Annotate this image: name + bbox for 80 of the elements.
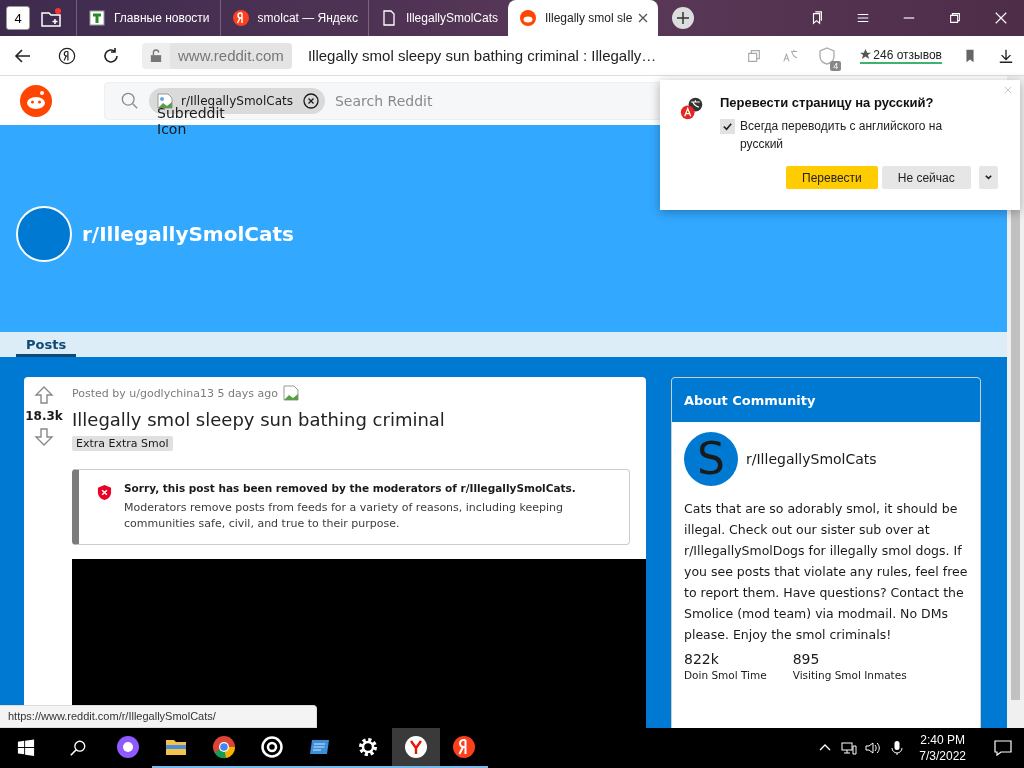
post-meta: Posted by u/godlychina13 5 days ago <box>72 386 278 400</box>
reddit-logo-icon[interactable] <box>20 84 52 117</box>
yandex-favicon-icon <box>232 10 249 26</box>
status-url: https://www.reddit.com/r/IllegallySmolCats/ <box>0 705 317 728</box>
popup-title: Перевести страницу на русский? <box>720 95 935 110</box>
address-field[interactable]: www.reddit.com <box>142 42 292 69</box>
community-description: Cats that are so adorably smol, it should be illegal. Check out our sister sub over at r/IllegallySmolDogs for illegally smol dogs. If you see posts that violate any rules, feel free to report them. Have questions? Contact the Smolice (mod team) via modmail. No DMs please. Enjoy the smol criminals! <box>684 500 968 644</box>
url-domain: www.reddit.com <box>170 42 292 69</box>
reviews-link[interactable]: 246 отзывов <box>860 47 942 64</box>
close-tab-icon[interactable] <box>638 13 649 23</box>
shield-x-icon <box>97 484 112 501</box>
yandex-logo-icon[interactable] <box>58 46 76 65</box>
caret-icon <box>983 173 993 182</box>
yandex-logo-icon <box>452 735 476 759</box>
chrome-icon <box>212 735 236 759</box>
download-icon[interactable] <box>998 47 1014 64</box>
about-header: About Community <box>672 378 980 422</box>
tab-title: Главные новости <box>114 11 210 25</box>
not-now-button[interactable]: Не сейчас <box>881 166 971 189</box>
star-icon <box>860 49 872 60</box>
browser-tab[interactable]: Главные новости <box>76 0 220 36</box>
stat-label: Visiting Smol Inmates <box>792 669 907 681</box>
lock-icon <box>150 48 162 63</box>
ring-icon <box>260 735 284 759</box>
browser-tab[interactable]: Illegally smol sle <box>508 0 659 36</box>
upvote-icon[interactable] <box>34 385 54 405</box>
start-windows-icon[interactable] <box>17 739 35 757</box>
broken-image-icon <box>157 92 173 109</box>
broken-image-icon <box>282 385 299 401</box>
plus-icon <box>677 12 690 24</box>
clock-date: 7/3/2022 <box>919 748 966 764</box>
restore-icon[interactable] <box>948 11 962 25</box>
back-arrow-icon[interactable] <box>14 46 32 65</box>
search-icon <box>121 91 139 110</box>
translate-icon <box>680 96 704 120</box>
notice-body: Moderators remove posts from feeds for a variety of reasons, including keeping communities safe, civil, and true to their purpose. <box>124 500 564 532</box>
tab-title: IllegallySmolCats <box>405 11 498 25</box>
reload-icon[interactable] <box>102 46 120 65</box>
document-icon <box>380 10 397 26</box>
taskbar-app[interactable] <box>392 728 440 768</box>
translate-button[interactable]: Перевести <box>786 166 878 189</box>
tabs-home-button[interactable]: 4 <box>6 6 30 30</box>
reddit-favicon-icon <box>520 10 536 26</box>
bookmarks-icon[interactable] <box>810 11 824 25</box>
stat-label: Doin Smol Time <box>684 669 767 681</box>
community-avatar <box>16 205 72 262</box>
browser-tab[interactable]: IllegallySmolCats <box>367 0 508 36</box>
protect-badge: 4 <box>830 60 842 71</box>
subreddit-name[interactable]: r/IllegallySmolCats <box>746 451 877 467</box>
notice-title: Sorry, this post has been removed by the moderators of r/IllegallySmolCats. <box>124 482 577 494</box>
checkmark-icon <box>722 121 733 132</box>
checkbox[interactable] <box>720 119 735 134</box>
new-tab-button[interactable] <box>672 7 695 29</box>
stat-value: 895 <box>792 651 821 667</box>
vote-count: 18.3k <box>25 409 63 423</box>
new-tab-folder-icon[interactable] <box>40 8 62 28</box>
shield-icon[interactable] <box>818 46 837 65</box>
page-title: Illegally smol sleepy sun bathing criminal : Illegally… <box>307 47 657 64</box>
downvote-icon[interactable] <box>34 427 54 447</box>
menu-icon[interactable] <box>856 11 870 25</box>
news-favicon-icon <box>89 10 105 26</box>
notifications-icon[interactable] <box>994 739 1012 757</box>
network-icon[interactable] <box>841 740 858 756</box>
post-flair[interactable]: Extra Extra Smol <box>72 436 173 451</box>
assistant-icon <box>116 735 140 759</box>
microphone-icon[interactable] <box>889 740 906 756</box>
subreddit-avatar: S <box>684 432 738 486</box>
tab-title: smolcat — Яндекс <box>257 11 358 25</box>
remove-chip-icon[interactable] <box>303 92 319 109</box>
search-icon[interactable] <box>69 739 87 757</box>
community-title: r/IllegallySmolCats <box>82 221 294 246</box>
volume-icon[interactable] <box>865 740 882 756</box>
tab-title: Illegally smol sle <box>545 11 633 25</box>
post-title[interactable]: Illegally smol sleepy sun bathing criminal <box>72 409 646 430</box>
stat-value: 822k <box>684 651 720 667</box>
browser-tab[interactable]: smolcat — Яндекс <box>219 0 368 36</box>
settings-icon <box>356 735 380 759</box>
more-options-button[interactable] <box>978 166 998 189</box>
clock-time: 2:40 PM <box>920 732 965 748</box>
browser-logo-icon <box>404 735 428 759</box>
